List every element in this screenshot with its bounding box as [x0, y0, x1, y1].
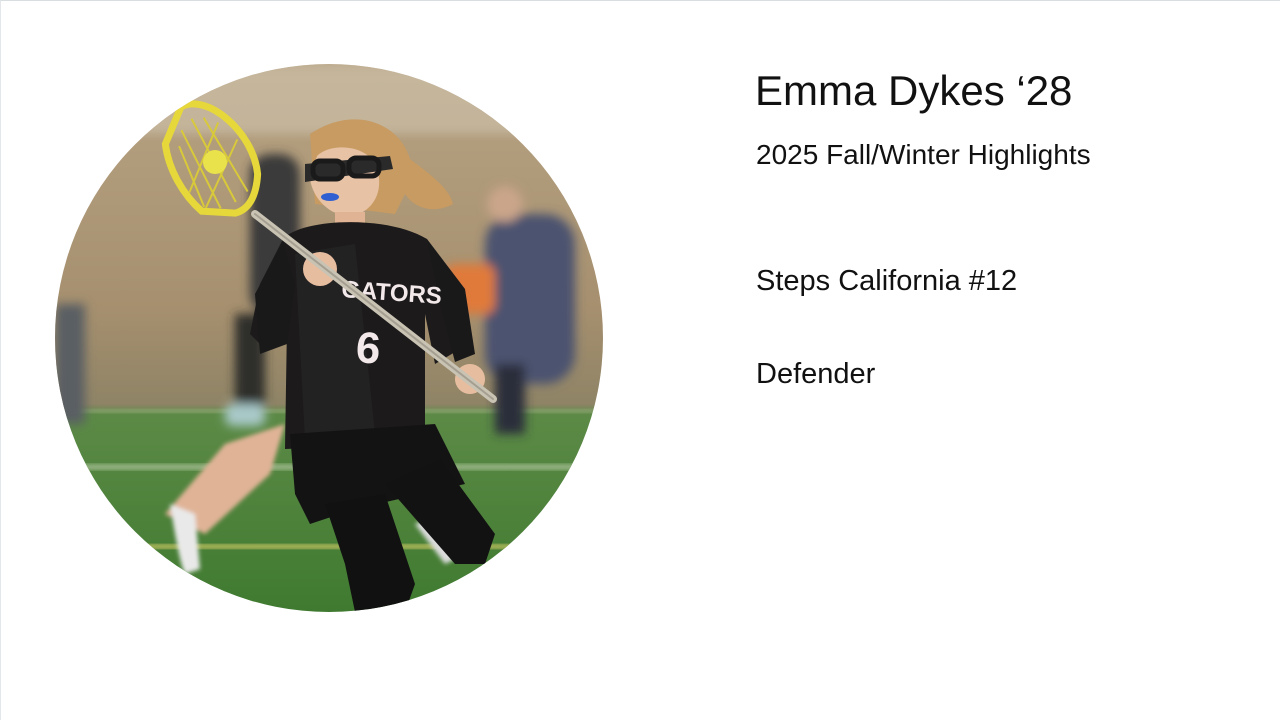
player-position: Defender [756, 358, 876, 390]
player-name: Emma Dykes ‘28 [755, 67, 1073, 114]
svg-text:6: 6 [354, 323, 382, 374]
highlights-subtitle: 2025 Fall/Winter Highlights [756, 139, 1091, 170]
team-and-number: Steps California #12 [756, 265, 1018, 297]
slide: GATORS 6 Emma Dykes ‘28 2025 Fall/Winter… [0, 0, 1280, 720]
player-photo: GATORS 6 [55, 64, 603, 612]
